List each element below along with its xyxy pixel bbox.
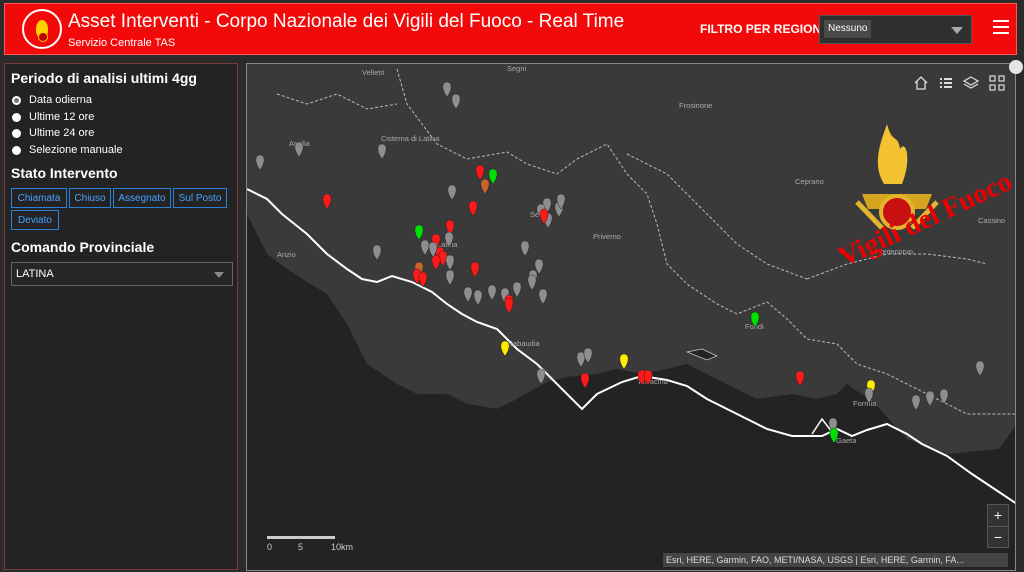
home-icon[interactable] xyxy=(912,74,930,92)
map-view[interactable]: Segni Velletri Frosinone Aprilia Cistern… xyxy=(246,63,1016,571)
region-filter-label: FILTRO PER REGIONE xyxy=(700,22,830,36)
vvf-brand-logo: Vigili del Fuoco xyxy=(802,124,1015,274)
expand-icon[interactable] xyxy=(1009,60,1023,74)
status-button-chiamata[interactable]: Chiamata xyxy=(11,188,67,208)
sidebar: Periodo di analisi ultimi 4gg Data odier… xyxy=(4,63,238,570)
radio-selected-icon xyxy=(12,95,21,105)
period-option-today[interactable]: Data odierna xyxy=(12,93,92,107)
place-label: Segni xyxy=(507,64,527,73)
place-label: Formia xyxy=(853,399,877,408)
zoom-control: + − xyxy=(987,504,1009,548)
command-select[interactable]: LATINA xyxy=(11,262,233,286)
status-title: Stato Intervento xyxy=(11,165,118,181)
place-label: Gaeta xyxy=(836,436,857,445)
period-title: Periodo di analisi ultimi 4gg xyxy=(11,70,197,86)
status-button-chiuso[interactable]: Chiuso xyxy=(69,188,111,208)
region-select-value: Nessuno xyxy=(824,20,872,38)
page-subtitle: Servizio Centrale TAS xyxy=(68,37,176,49)
command-title: Comando Provinciale xyxy=(11,239,155,255)
region-select[interactable]: Nessuno xyxy=(819,15,972,44)
place-label: Priverno xyxy=(593,232,621,241)
status-button-deviato[interactable]: Deviato xyxy=(11,210,59,230)
place-label: Frosinone xyxy=(679,101,712,110)
zoom-out-button[interactable]: − xyxy=(988,527,1008,548)
chevron-down-icon xyxy=(951,27,963,34)
command-select-value: LATINA xyxy=(16,268,54,280)
vvf-emblem-icon xyxy=(22,9,62,49)
radio-icon xyxy=(12,145,21,155)
page-title: Asset Interventi - Corpo Nazionale dei V… xyxy=(68,11,625,32)
qr-icon[interactable] xyxy=(988,74,1006,92)
chevron-down-icon xyxy=(214,272,224,278)
period-option-24h[interactable]: Ultime 24 ore xyxy=(12,126,94,140)
layers-icon[interactable] xyxy=(962,74,980,92)
map-attribution: Esri, HERE, Garmin, FAO, METI/NASA, USGS… xyxy=(663,553,1008,567)
place-label: Velletri xyxy=(362,68,385,77)
status-button-assegnato[interactable]: Assegnato xyxy=(113,188,171,208)
zoom-in-button[interactable]: + xyxy=(988,505,1008,527)
hamburger-icon[interactable] xyxy=(993,20,1009,34)
radio-icon xyxy=(12,128,21,138)
period-option-manual[interactable]: Selezione manuale xyxy=(12,143,123,157)
period-option-12h[interactable]: Ultime 12 ore xyxy=(12,110,94,124)
app-header: Asset Interventi - Corpo Nazionale dei V… xyxy=(4,3,1017,55)
radio-icon xyxy=(12,112,21,122)
place-label: Cisterna di Latina xyxy=(381,134,440,143)
scale-bar: 0 5 10km xyxy=(267,534,357,554)
list-icon[interactable] xyxy=(937,74,955,92)
status-button-sul-posto[interactable]: Sul Posto xyxy=(173,188,227,208)
place-label: Anzio xyxy=(277,250,296,259)
place-label: Sabaudia xyxy=(508,339,541,348)
